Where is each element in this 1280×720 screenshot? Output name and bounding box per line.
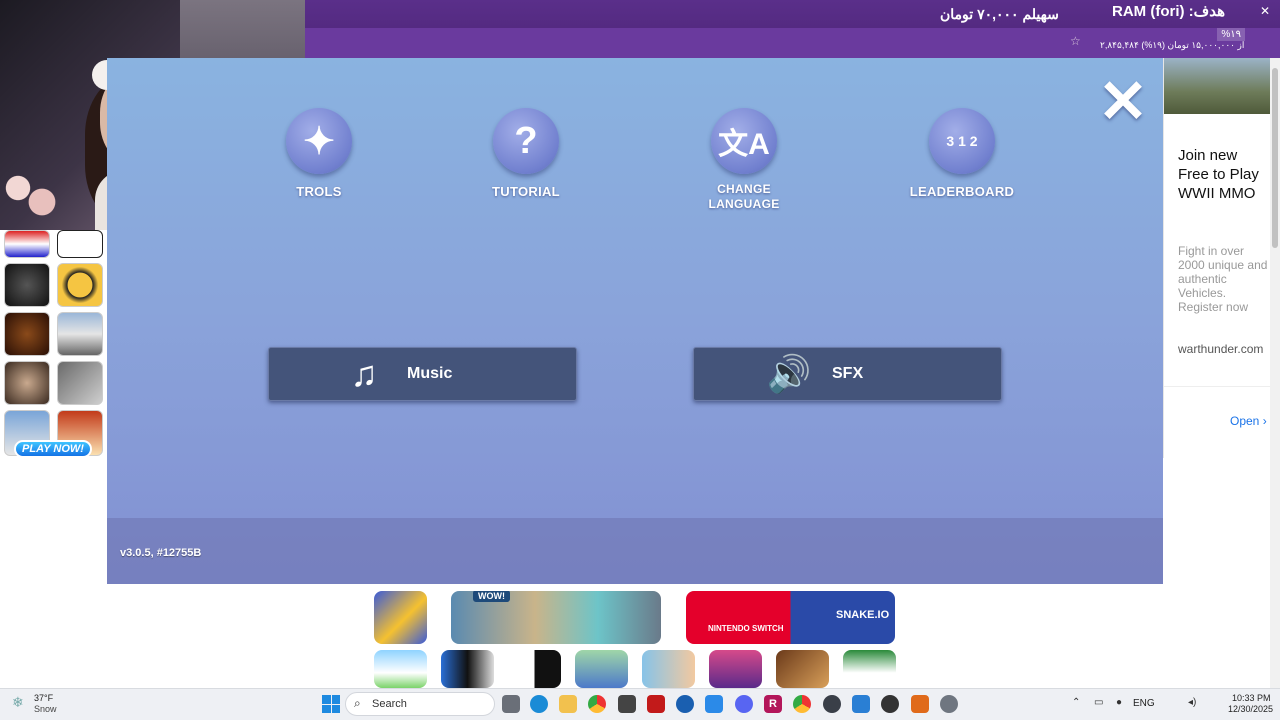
page-scrollbar[interactable]: [1270, 58, 1280, 688]
game-thumbnail[interactable]: [57, 263, 103, 307]
game-thumbnail[interactable]: [57, 230, 103, 258]
game-thumbnail[interactable]: [4, 312, 50, 356]
task-view-icon[interactable]: [502, 695, 520, 713]
ad-image[interactable]: [1164, 58, 1271, 114]
snake-label: SNAKE.IO: [836, 609, 890, 621]
leaderboard-label: LEADERBOARD: [909, 184, 1015, 199]
speaker-icon[interactable]: ◂): [1188, 697, 1196, 708]
app-icon[interactable]: [676, 695, 694, 713]
game-banner[interactable]: WOW!: [451, 591, 661, 644]
clock-time[interactable]: 10:33 PM: [1232, 693, 1271, 703]
ad-description: Fight in over 2000 unique and authentic …: [1178, 244, 1268, 314]
store-icon[interactable]: [618, 695, 636, 713]
app-icon[interactable]: [823, 695, 841, 713]
chrome-icon[interactable]: [793, 695, 811, 713]
game-thumbnail[interactable]: [441, 650, 494, 688]
taskbar: [0, 688, 1280, 720]
sfx-label: SFX: [832, 365, 864, 382]
translate-icon: 文A: [711, 108, 777, 174]
podium-icon: 3 1 2: [929, 108, 995, 174]
app-icon[interactable]: [647, 695, 665, 713]
edge-icon[interactable]: [530, 695, 548, 713]
goal-progress-amount: ۲,۸۴۵,۴۸۴ از ۱۵,۰۰۰,۰۰۰ تومان (۱۹%): [1100, 40, 1245, 50]
game-thumbnail[interactable]: [843, 650, 896, 688]
music-toggle-button[interactable]: ♫ Music: [268, 347, 577, 401]
music-label: Music: [407, 365, 453, 382]
gamepad-icon: ✦: [286, 108, 352, 174]
question-icon: ?: [493, 108, 559, 174]
donation-goal: RAM (fori) :هدف: [1112, 3, 1225, 20]
app-icon[interactable]: [911, 695, 929, 713]
close-icon[interactable]: ✕: [1260, 4, 1270, 18]
game-thumbnail[interactable]: [57, 361, 103, 405]
weather-desc[interactable]: Snow: [34, 704, 57, 714]
game-thumbnail[interactable]: [642, 650, 695, 688]
game-thumbnail[interactable]: [374, 591, 427, 644]
play-now-button[interactable]: PLAY NOW!: [14, 440, 92, 458]
ad-title[interactable]: Join new Free to Play WWII MMO: [1178, 146, 1268, 203]
network-icon[interactable]: ▭: [1094, 697, 1103, 708]
discord-icon[interactable]: [735, 695, 753, 713]
app-icon[interactable]: [852, 695, 870, 713]
clock-date[interactable]: 12/30/2025: [1228, 704, 1273, 714]
ad-panel[interactable]: Join new Free to Play WWII MMO Fight in …: [1163, 58, 1271, 458]
leaderboard-button[interactable]: 3 1 2 LEADERBOARD: [892, 108, 1032, 199]
game-thumbnail[interactable]: [4, 263, 50, 307]
close-icon[interactable]: ✕: [1095, 72, 1151, 132]
weather-temp[interactable]: 37°F: [34, 693, 53, 703]
game-thumbnail[interactable]: [709, 650, 762, 688]
language-indicator[interactable]: ENG: [1133, 698, 1155, 709]
settings-icon[interactable]: [940, 695, 958, 713]
media-player-icon[interactable]: [881, 695, 899, 713]
taskbar-search[interactable]: [345, 692, 495, 716]
tutorial-button[interactable]: ? TUTORIAL: [456, 108, 596, 199]
app-icon[interactable]: R: [764, 695, 782, 713]
game-thumbnail[interactable]: [4, 230, 50, 258]
controls-button[interactable]: ✦ TROLS: [249, 108, 389, 199]
game-thumbnail[interactable]: [776, 650, 829, 688]
ad-url[interactable]: warthunder.com: [1178, 342, 1263, 356]
game-thumbnail[interactable]: [575, 650, 628, 688]
game-thumbnail[interactable]: [4, 361, 50, 405]
latest-donor: سهیلم ۷۰,۰۰۰ تومان: [940, 6, 1059, 22]
tutorial-label: TUTORIAL: [492, 184, 560, 199]
nintendo-label: NINTENDO SWITCH: [708, 624, 784, 633]
chevron-up-icon[interactable]: ⌃: [1072, 697, 1080, 708]
change-language-button[interactable]: 文A CHANGE LANGUAGE: [674, 108, 814, 212]
ad-open-link[interactable]: Open ›: [1230, 414, 1267, 428]
game-canvas: ✦ TROLS ? TUTORIAL 文A CHANGE LANGUAGE 3 …: [107, 58, 1163, 584]
mic-icon[interactable]: ●: [1116, 697, 1122, 708]
change-language-label: CHANGE LANGUAGE: [708, 182, 780, 211]
game-thumbnail[interactable]: [374, 650, 427, 688]
game-banner[interactable]: NINTENDO SWITCH SNAKE.IO: [686, 591, 895, 644]
speaker-icon: 🔊: [766, 353, 812, 394]
weather-icon[interactable]: ❄: [12, 694, 24, 711]
wow-badge: WOW!: [473, 591, 510, 602]
app-icon[interactable]: [705, 695, 723, 713]
ad-divider: [1164, 386, 1271, 387]
version-text: v3.0.5, #12755B: [120, 547, 202, 559]
search-label: Search: [372, 698, 407, 710]
start-icon[interactable]: [322, 695, 340, 713]
controls-label: TROLS: [296, 184, 342, 199]
star-icon[interactable]: ☆: [1070, 34, 1081, 48]
sfx-toggle-button[interactable]: 🔊 SFX: [693, 347, 1002, 401]
game-thumbnail[interactable]: [57, 312, 103, 356]
chrome-icon[interactable]: [588, 695, 606, 713]
search-icon: ⌕: [354, 696, 361, 710]
music-note-icon: ♫: [350, 353, 378, 394]
game-footer: [107, 518, 1163, 584]
folder-icon[interactable]: [559, 695, 577, 713]
game-thumbnail[interactable]: [508, 650, 561, 688]
